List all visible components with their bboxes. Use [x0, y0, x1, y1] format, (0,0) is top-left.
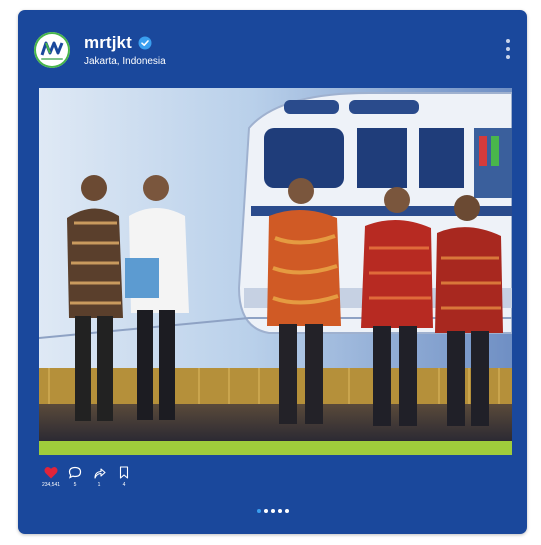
share-icon [94, 468, 106, 479]
comment-button[interactable]: 5 [62, 466, 88, 488]
post-image[interactable] [39, 88, 512, 455]
bookmark-icon [119, 466, 129, 479]
verified-icon [138, 36, 152, 50]
post-photo-illustration [39, 88, 512, 455]
username-row: mrtjkt [84, 33, 152, 53]
mrt-jakarta-logo-icon [40, 41, 64, 55]
comment-icon [68, 466, 82, 479]
save-button[interactable]: 4 [111, 466, 137, 488]
like-button[interactable]: 234,541 [38, 466, 64, 488]
carousel-dot-3[interactable] [270, 509, 275, 513]
logo-subline [41, 57, 63, 60]
carousel-dot-4[interactable] [277, 509, 282, 513]
saves-count: 4 [122, 482, 126, 488]
post-actions: 234,541 5 1 4 [38, 466, 178, 500]
likes-count: 234,541 [41, 482, 61, 488]
comments-count: 5 [73, 482, 77, 488]
location[interactable]: Jakarta, Indonesia [84, 56, 166, 67]
username[interactable]: mrtjkt [84, 33, 132, 53]
post-card: mrtjkt Jakarta, Indonesia 234,541 5 1 4 [18, 10, 527, 534]
carousel-dot-1[interactable] [256, 509, 261, 513]
carousel-indicator [18, 509, 527, 513]
heart-icon [44, 467, 58, 479]
carousel-dot-5[interactable] [284, 509, 289, 513]
share-button[interactable]: 1 [86, 466, 112, 488]
carousel-dot-2[interactable] [263, 509, 268, 513]
shares-count: 1 [97, 482, 101, 488]
more-vertical-icon[interactable] [505, 39, 511, 61]
avatar[interactable] [34, 32, 70, 68]
post-header: mrtjkt Jakarta, Indonesia [18, 10, 527, 88]
